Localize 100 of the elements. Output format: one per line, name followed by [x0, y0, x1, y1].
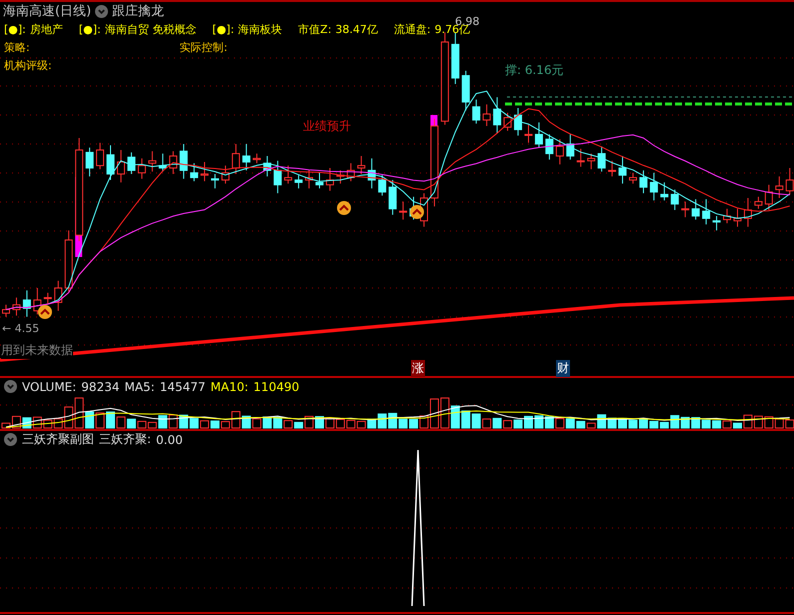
- collapse-icon[interactable]: [4, 380, 17, 393]
- candlestick: [54, 280, 62, 312]
- candlestick: [399, 201, 408, 220]
- info-label: 策略:: [4, 40, 30, 54]
- candlestick: [138, 158, 146, 180]
- info-label: 流通盘:: [394, 22, 431, 36]
- indicator-value: 145477: [160, 380, 206, 394]
- bullet-marker: [●]:: [4, 22, 26, 36]
- candlestick: [86, 147, 94, 177]
- indicator-name: 三妖齐聚副图: [22, 431, 94, 448]
- candlestick: [200, 162, 209, 182]
- candlestick: [388, 180, 397, 216]
- info-label: 实际控制:: [180, 40, 228, 54]
- candlestick: [294, 174, 303, 189]
- info-label: 机构评级:: [4, 58, 52, 72]
- candlestick: [336, 170, 344, 184]
- candlestick: [346, 162, 355, 182]
- candlestick: [305, 170, 314, 189]
- collapse-icon[interactable]: [4, 433, 17, 446]
- indicator-label: VOLUME:: [22, 380, 76, 394]
- candlestick: [180, 144, 188, 180]
- indicator-value: 110490: [253, 380, 300, 394]
- buy-signal-icon: [410, 205, 424, 219]
- candlestick: [556, 138, 564, 165]
- candlestick: [598, 146, 606, 172]
- candlestick: [744, 198, 752, 228]
- candlestick: [702, 198, 710, 225]
- indicator-label: 三妖齐聚:: [99, 431, 152, 448]
- info-value: 38.47亿: [335, 22, 378, 36]
- bullet-marker: [●]:: [212, 22, 234, 36]
- indicator-label: MA5:: [124, 380, 155, 394]
- candlestick: [534, 122, 543, 148]
- candlestick: [106, 144, 114, 180]
- event-badge: 财: [556, 360, 570, 377]
- candlestick: [618, 156, 627, 184]
- collapse-icon[interactable]: [95, 4, 108, 18]
- candlestick: [692, 198, 700, 220]
- indicator-name: 跟庄擒龙: [112, 3, 164, 20]
- candlestick: [316, 172, 324, 189]
- candlestick: [660, 182, 668, 201]
- buy-signal-icon: [38, 305, 52, 319]
- candlestick: [493, 96, 502, 134]
- candlestick: [378, 174, 386, 196]
- candlestick: [263, 156, 272, 177]
- candlestick: [357, 156, 366, 174]
- candlestick: [472, 99, 480, 124]
- event-badge: 涨: [411, 360, 425, 377]
- candlestick: [514, 108, 522, 136]
- candlestick: [211, 174, 219, 189]
- candlestick: [482, 104, 491, 126]
- candlestick: [190, 162, 198, 182]
- candlestick: [158, 153, 167, 172]
- candlestick: [12, 297, 20, 316]
- indicator-value: 98234: [81, 380, 120, 394]
- candlestick: [221, 165, 230, 184]
- candlestick: [576, 148, 585, 168]
- window-title: 海南高速(日线): [3, 3, 92, 20]
- indicator-value: 0.00: [156, 432, 183, 446]
- candlestick: [629, 172, 637, 184]
- candlestick: [524, 124, 532, 144]
- candlestick: [566, 134, 574, 160]
- candlestick: [127, 152, 136, 174]
- candlestick: [734, 208, 742, 228]
- candlestick: [116, 150, 125, 183]
- candlestick: [754, 196, 762, 210]
- bullet-marker: [●]:: [78, 22, 101, 36]
- candlestick: [274, 160, 282, 194]
- candlestick: [764, 184, 773, 210]
- event-label: 业绩预升: [303, 118, 351, 135]
- low-price-label: ← 4.55: [2, 322, 40, 335]
- candlestick: [148, 150, 156, 172]
- candlestick: [545, 134, 554, 160]
- support-label: 撑: 6.16元: [505, 62, 564, 79]
- candlestick: [670, 189, 679, 210]
- candlestick: [775, 176, 784, 198]
- buy-signal-icon: [337, 201, 351, 215]
- info-value: 海南自贸 免税概念: [104, 22, 196, 36]
- info-value: 房地产: [30, 22, 63, 36]
- candlestick: [650, 172, 658, 201]
- candlestick: [22, 290, 31, 318]
- candlestick: [712, 216, 721, 231]
- warning-label: 用到未来数据: [1, 342, 73, 359]
- candlestick: [587, 153, 596, 170]
- candlestick: [639, 170, 648, 194]
- candlestick: [681, 201, 690, 218]
- candlestick: [169, 150, 178, 174]
- candlestick: [451, 32, 460, 84]
- info-label: 市值Z:: [298, 22, 332, 36]
- candlestick: [723, 208, 732, 224]
- candlestick: [368, 158, 376, 189]
- info-value: 海南板块: [238, 22, 282, 36]
- candlestick: [232, 144, 240, 174]
- candlestick: [504, 112, 512, 132]
- candlestick: [242, 144, 250, 171]
- candlestick: [608, 160, 616, 177]
- candlestick: [44, 292, 52, 304]
- candlestick: [326, 168, 334, 192]
- candlestick: [462, 70, 470, 111]
- candlestick: [64, 230, 73, 292]
- candlestick: [96, 142, 104, 170]
